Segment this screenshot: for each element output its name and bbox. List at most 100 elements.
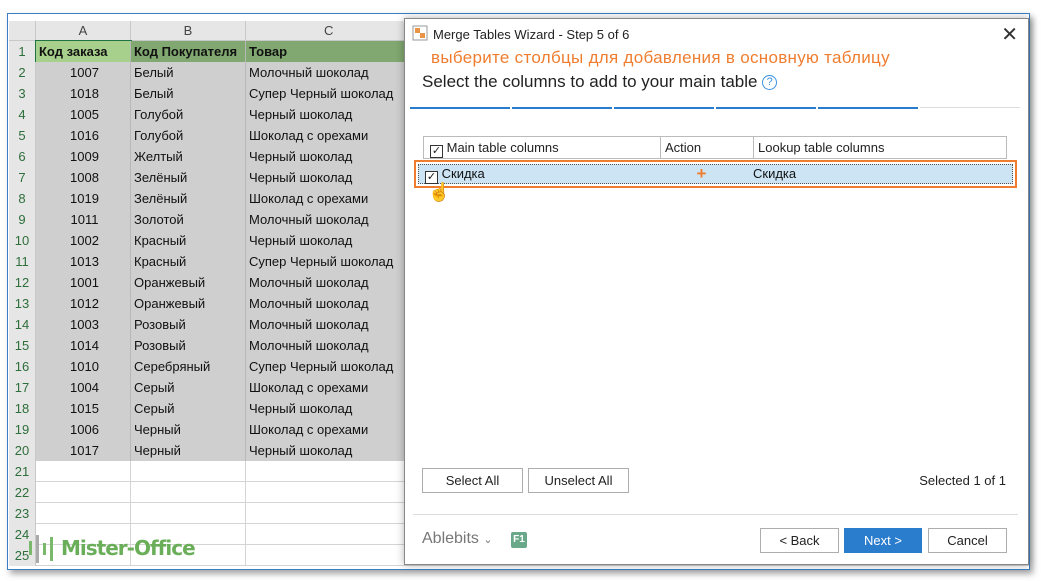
cell[interactable]: Оранжевый (131, 293, 246, 314)
row-number[interactable]: 9 (9, 209, 36, 230)
cell[interactable]: Красный (131, 230, 246, 251)
select-all-button[interactable]: Select All (422, 468, 523, 493)
row-number[interactable]: 1 (9, 41, 36, 62)
ablebits-menu[interactable]: Ablebits ⌄ (422, 530, 493, 548)
row-number[interactable]: 6 (9, 146, 36, 167)
row-number[interactable]: 14 (9, 314, 36, 335)
cell[interactable]: Код заказа (35, 40, 132, 63)
cell[interactable]: Черный (131, 440, 246, 461)
row-number[interactable]: 17 (9, 377, 36, 398)
cell[interactable]: Зелёный (131, 167, 246, 188)
cell[interactable]: 1016 (36, 125, 131, 146)
row-number[interactable]: 12 (9, 272, 36, 293)
cell[interactable]: 1018 (36, 83, 131, 104)
step-bar (410, 107, 510, 109)
row-number[interactable]: 4 (9, 104, 36, 125)
row-number[interactable]: 15 (9, 335, 36, 356)
cell[interactable]: 1012 (36, 293, 131, 314)
row-number[interactable]: 13 (9, 293, 36, 314)
next-button[interactable]: Next > (844, 528, 922, 553)
cell[interactable]: 1004 (36, 377, 131, 398)
cell[interactable]: Код Покупателя (131, 41, 246, 62)
row-number[interactable]: 5 (9, 125, 36, 146)
chevron-down-icon: ⌄ (483, 534, 493, 546)
unselect-all-button[interactable]: Unselect All (528, 468, 629, 493)
close-icon[interactable]: ✕ (1001, 22, 1018, 47)
cell[interactable] (131, 482, 246, 503)
cell[interactable]: 1003 (36, 314, 131, 335)
step-bar (716, 107, 816, 109)
cell[interactable]: 1011 (36, 209, 131, 230)
cell[interactable] (131, 503, 246, 524)
row-number[interactable]: 3 (9, 83, 36, 104)
cell[interactable]: 1008 (36, 167, 131, 188)
row-number[interactable]: 10 (9, 230, 36, 251)
row-number[interactable]: 22 (9, 482, 36, 503)
row-number[interactable]: 7 (9, 167, 36, 188)
cell[interactable]: 1019 (36, 188, 131, 209)
cell[interactable]: 1010 (36, 356, 131, 377)
merge-tables-wizard-dialog: Merge Tables Wizard - Step 5 of 6 ✕ выбе… (404, 18, 1029, 565)
cell[interactable]: Белый (131, 83, 246, 104)
cell[interactable]: Серый (131, 377, 246, 398)
cell[interactable]: 1015 (36, 398, 131, 419)
back-button[interactable]: < Back (760, 528, 839, 553)
cell[interactable]: Серебряный (131, 356, 246, 377)
cell[interactable]: 1014 (36, 335, 131, 356)
row-number[interactable]: 16 (9, 356, 36, 377)
cell[interactable]: Черный (131, 419, 246, 440)
cell[interactable]: Голубой (131, 104, 246, 125)
help-icon[interactable]: ? (762, 75, 778, 90)
cell[interactable]: Красный (131, 251, 246, 272)
select-all-checkbox[interactable]: ✓ (430, 145, 443, 158)
cell[interactable]: 1006 (36, 419, 131, 440)
step-bar (818, 107, 918, 109)
cell[interactable]: Белый (131, 62, 246, 83)
header-main-columns[interactable]: ✓ Main table columns (424, 137, 661, 158)
cell[interactable] (36, 461, 131, 482)
row-number[interactable]: 23 (9, 503, 36, 524)
annotation-text: выберите столбцы для добавления в основн… (431, 48, 890, 67)
cell[interactable]: 1007 (36, 62, 131, 83)
grid-row-skidka[interactable]: ✓ Скидка + Скидка (414, 160, 1017, 188)
cell[interactable]: 1013 (36, 251, 131, 272)
watermark-logo: Mister-Office (27, 531, 196, 565)
header-action: Action (661, 137, 754, 158)
row-number[interactable]: 20 (9, 440, 36, 461)
cell[interactable]: Золотой (131, 209, 246, 230)
cell[interactable]: 1017 (36, 440, 131, 461)
cell[interactable]: Розовый (131, 335, 246, 356)
step-bar (614, 107, 714, 109)
cell[interactable] (36, 482, 131, 503)
cell[interactable]: Голубой (131, 125, 246, 146)
dialog-title: Merge Tables Wizard - Step 5 of 6 (433, 27, 630, 42)
cell[interactable]: 1001 (36, 272, 131, 293)
cell[interactable] (36, 503, 131, 524)
heading-text: Select the columns to add to your main t… (422, 72, 758, 91)
help-f1-button[interactable]: F1 (511, 532, 527, 548)
cell[interactable]: Оранжевый (131, 272, 246, 293)
cell[interactable]: 1002 (36, 230, 131, 251)
cell[interactable]: Серый (131, 398, 246, 419)
add-action-icon[interactable]: + (655, 165, 748, 183)
row-number[interactable]: 11 (9, 251, 36, 272)
cell[interactable]: 1009 (36, 146, 131, 167)
cell[interactable]: Зелёный (131, 188, 246, 209)
select-all-corner[interactable] (9, 21, 36, 41)
column-header-b[interactable]: B (131, 21, 246, 41)
column-header-a[interactable]: A (36, 21, 131, 41)
hand-cursor-icon: ☝ (428, 182, 451, 202)
cell[interactable]: Розовый (131, 314, 246, 335)
row-number[interactable]: 8 (9, 188, 36, 209)
cancel-button[interactable]: Cancel (928, 528, 1007, 553)
row-number[interactable]: 2 (9, 62, 36, 83)
row-number[interactable]: 18 (9, 398, 36, 419)
header-lookup-columns: Lookup table columns (758, 140, 885, 155)
row-number[interactable]: 21 (9, 461, 36, 482)
step-bar (920, 107, 1020, 108)
cell[interactable] (131, 461, 246, 482)
row-number[interactable]: 19 (9, 419, 36, 440)
brand-label: Ablebits (422, 530, 479, 547)
cell[interactable]: 1005 (36, 104, 131, 125)
cell[interactable]: Желтый (131, 146, 246, 167)
